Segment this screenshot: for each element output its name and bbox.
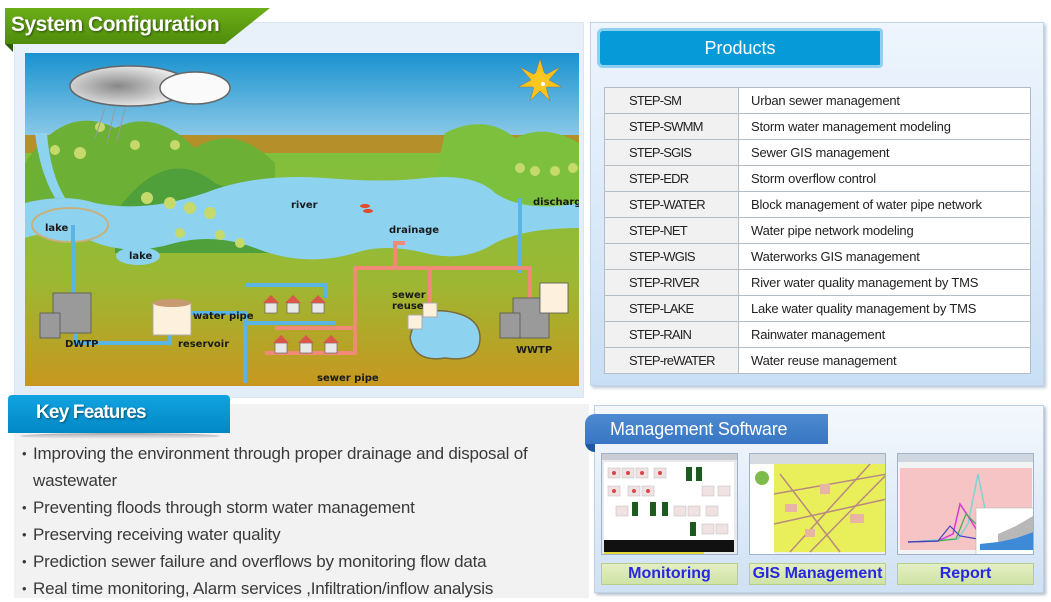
management-software-title: Management Software bbox=[585, 414, 828, 444]
label-lake-upper: lake bbox=[45, 223, 69, 234]
list-item: Improving the environment through proper… bbox=[22, 440, 582, 494]
table-row: STEP-RIVER River water quality management… bbox=[604, 269, 1031, 296]
monitoring-button[interactable]: Monitoring bbox=[601, 563, 738, 585]
label-water-pipe: water pipe bbox=[193, 311, 254, 322]
product-description: River water quality management by TMS bbox=[738, 269, 1031, 296]
product-code: STEP-RIVER bbox=[604, 269, 739, 296]
table-row: STEP-SM Urban sewer management bbox=[604, 87, 1031, 114]
table-row: STEP-SWMM Storm water management modeling bbox=[604, 113, 1031, 140]
label-sewer-reuse-2: reuse bbox=[392, 301, 424, 312]
table-row: STEP-WATER Block management of water pipe… bbox=[604, 191, 1031, 218]
product-code: STEP-NET bbox=[604, 217, 739, 244]
table-row: STEP-NET Water pipe network modeling bbox=[604, 217, 1031, 244]
label-discharge: discharge bbox=[533, 197, 579, 208]
product-description: Waterworks GIS management bbox=[738, 243, 1031, 270]
gis-map-screenshot[interactable] bbox=[749, 453, 886, 555]
label-wwtp: WWTP bbox=[516, 345, 552, 356]
report-button[interactable]: Report bbox=[897, 563, 1034, 585]
product-description: Water pipe network modeling bbox=[738, 217, 1031, 244]
label-drainage: drainage bbox=[389, 225, 439, 236]
fish bbox=[360, 204, 370, 208]
list-item: Preserving receiving water quality bbox=[22, 521, 582, 548]
key-features-title: Key Features bbox=[8, 395, 230, 433]
product-description: Water reuse management bbox=[738, 347, 1031, 374]
list-item: Real time monitoring, Alarm services ,In… bbox=[22, 575, 582, 602]
product-code: STEP-SM bbox=[604, 87, 739, 114]
list-item: Prediction sewer failure and overflows b… bbox=[22, 548, 582, 575]
gis-management-button[interactable]: GIS Management bbox=[749, 563, 886, 585]
products-title: Products bbox=[597, 28, 883, 68]
product-description: Block management of water pipe network bbox=[738, 191, 1031, 218]
table-row: STEP-WGIS Waterworks GIS management bbox=[604, 243, 1031, 270]
product-description: Urban sewer management bbox=[738, 87, 1031, 114]
product-description: Storm water management modeling bbox=[738, 113, 1031, 140]
product-description: Storm overflow control bbox=[738, 165, 1031, 192]
product-code: STEP-EDR bbox=[604, 165, 739, 192]
label-sewer-pipe: sewer pipe bbox=[317, 373, 379, 384]
table-row: STEP-LAKE Lake water quality management b… bbox=[604, 295, 1031, 322]
key-features-list: Improving the environment through proper… bbox=[22, 440, 582, 602]
water-system-diagram: river lake lake drainage discharge water… bbox=[25, 53, 579, 386]
product-code: STEP-LAKE bbox=[604, 295, 739, 322]
list-item: Preventing floods through storm water ma… bbox=[22, 494, 582, 521]
product-description: Rainwater management bbox=[738, 321, 1031, 348]
monitoring-screenshot[interactable] bbox=[601, 453, 738, 555]
system-configuration-title: System Configuration bbox=[5, 8, 270, 44]
product-code: STEP-SGIS bbox=[604, 139, 739, 166]
products-table: STEP-SM Urban sewer management STEP-SWMM S… bbox=[604, 87, 1031, 374]
title-fold-decoration bbox=[5, 44, 13, 52]
label-river: river bbox=[291, 200, 318, 211]
product-code: STEP-RAIN bbox=[604, 321, 739, 348]
product-code: STEP-WGIS bbox=[604, 243, 739, 270]
table-row: STEP-EDR Storm overflow control bbox=[604, 165, 1031, 192]
product-code: STEP-WATER bbox=[604, 191, 739, 218]
product-code: STEP-reWATER bbox=[604, 347, 739, 374]
label-dwtp: DWTP bbox=[65, 339, 98, 350]
product-description: Lake water quality management by TMS bbox=[738, 295, 1031, 322]
product-description: Sewer GIS management bbox=[738, 139, 1031, 166]
reservoir-tank bbox=[152, 299, 192, 336]
table-row: STEP-SGIS Sewer GIS management bbox=[604, 139, 1031, 166]
upper-lake bbox=[31, 207, 109, 243]
label-reservoir: reservoir bbox=[178, 339, 229, 350]
label-sewer-reuse-1: sewer bbox=[392, 290, 426, 301]
product-code: STEP-SWMM bbox=[604, 113, 739, 140]
table-row: STEP-reWATER Water reuse management bbox=[604, 347, 1031, 374]
title-shadow-decoration bbox=[20, 433, 220, 439]
report-chart-screenshot[interactable] bbox=[897, 453, 1034, 555]
label-lake-lower: lake bbox=[129, 251, 153, 262]
fish bbox=[363, 209, 373, 213]
table-row: STEP-RAIN Rainwater management bbox=[604, 321, 1031, 348]
